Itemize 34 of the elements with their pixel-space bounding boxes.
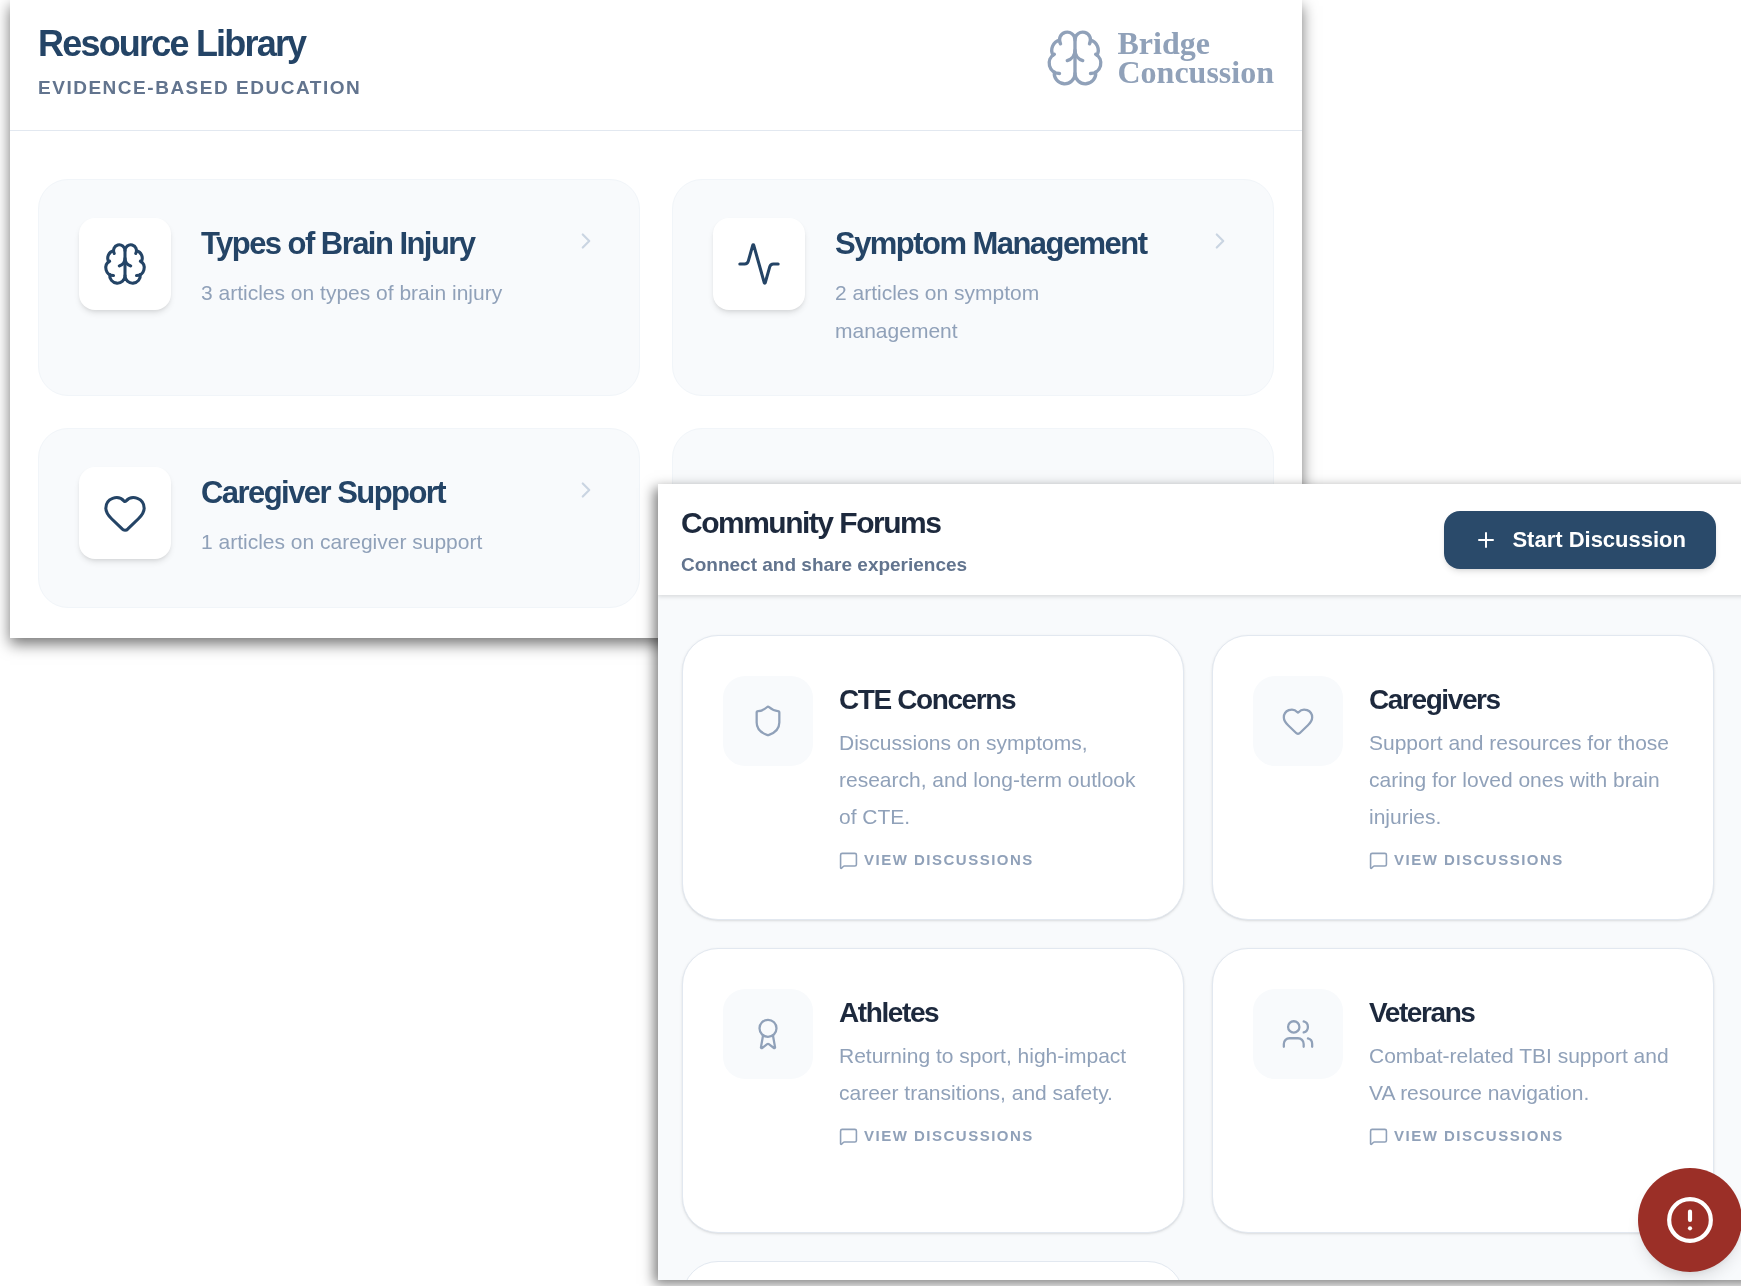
forums-title: Community Forums — [681, 504, 942, 541]
alert-icon — [1665, 1195, 1715, 1245]
start-discussion-button[interactable]: Start Discussion — [1444, 510, 1716, 569]
page-subtitle: EVIDENCE-BASED EDUCATION — [38, 76, 362, 100]
message-icon — [839, 1126, 858, 1146]
category-description: 3 articles on types of brain injury — [201, 280, 504, 306]
forum-card[interactable]: Caregivers Support and resources for those caring for loved ones with brain injuries. VIEW DISCUSSIONS — [1212, 635, 1714, 920]
forum-description: Combat-related TBI support and VA resource navigation. — [1369, 1043, 1669, 1106]
category-description: 1 articles on caregiver support — [201, 529, 484, 555]
pulse-icon — [736, 241, 782, 287]
category-card[interactable]: Caregiver Support 1 articles on caregiver support — [38, 428, 640, 608]
forum-description: Support and resources for those caring for loved ones with brain injuries. — [1369, 730, 1669, 830]
category-card[interactable]: Types of Brain Injury 3 articles on types of brain injury — [38, 179, 640, 396]
brain-icon — [102, 241, 148, 287]
category-title: Caregiver Support — [201, 474, 447, 512]
forum-title: Veterans — [1369, 996, 1476, 1030]
category-card[interactable]: Symptom Management 2 articles on symptom management — [672, 179, 1274, 396]
forum-title: Athletes — [839, 996, 940, 1030]
forum-card[interactable]: Veterans Combat-related TBI support and VA resource navigation. VIEW DISCUSSIONS — [1212, 948, 1714, 1233]
message-icon — [1369, 1126, 1388, 1146]
forum-card[interactable]: Athletes Returning to sport, high-impact career transitions, and safety. VIEW DISCUSSIONS — [682, 948, 1184, 1233]
category-title: Symptom Management — [835, 225, 1148, 263]
forum-title: Caregivers — [1369, 683, 1501, 717]
forum-description: Returning to sport, high-impact career transitions, and safety. — [839, 1043, 1128, 1106]
forum-card[interactable]: CTE Concerns Discussions on symptoms, research, and long-term outlook of CTE. VIEW DISCUSSIONS — [682, 635, 1184, 920]
forum-description: Discussions on symptoms, research, and long-term outlook of CTE. — [839, 730, 1137, 830]
forums-subtitle: Connect and share experiences — [681, 552, 968, 577]
category-description: 2 articles on symptom management — [835, 280, 1041, 344]
message-icon — [839, 850, 858, 870]
message-icon — [1369, 850, 1388, 870]
category-title: Types of Brain Injury — [201, 225, 476, 263]
page-title: Resource Library — [38, 22, 308, 66]
people-icon — [1281, 1017, 1315, 1051]
forum-title: CTE Concerns — [839, 683, 1017, 717]
